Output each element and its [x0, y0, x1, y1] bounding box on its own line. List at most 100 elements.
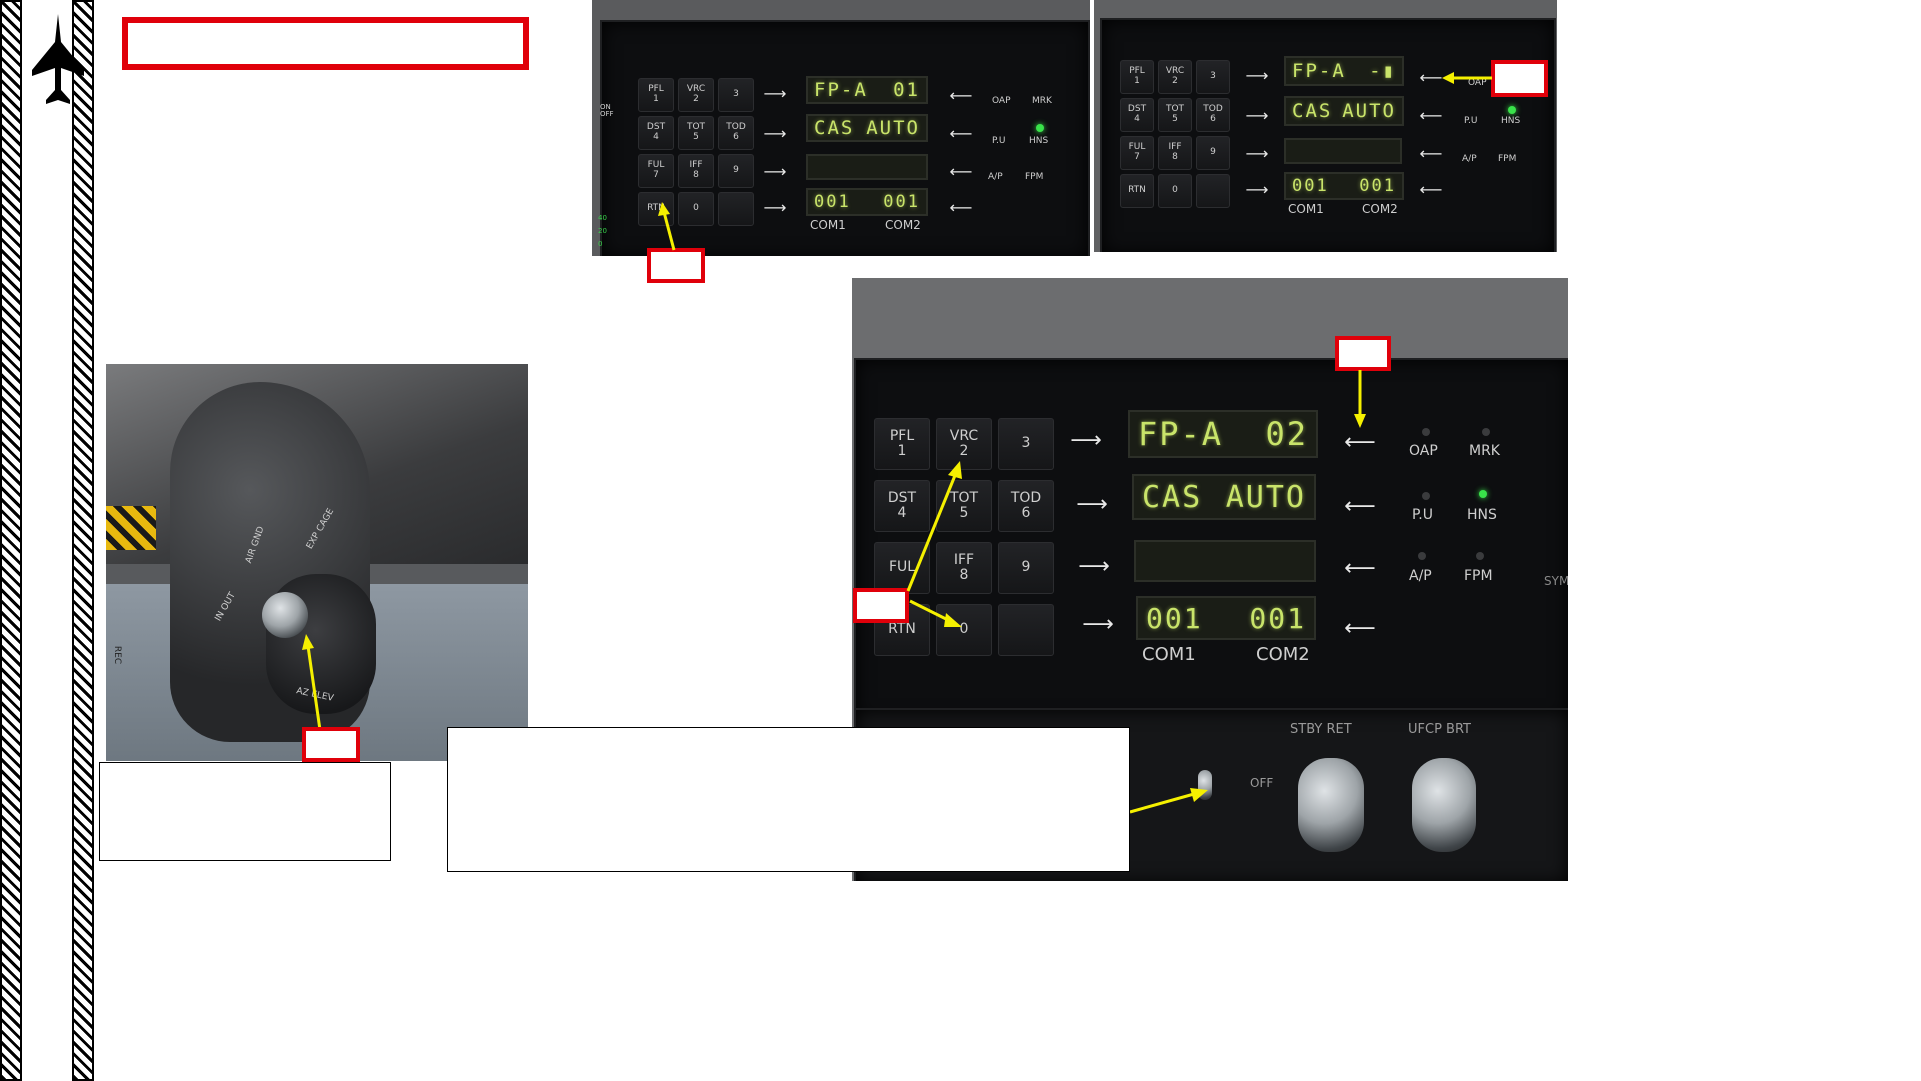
ufcp-key-3[interactable]: 3: [998, 418, 1054, 470]
ufcp-right-arrow-4[interactable]: ⟵: [1340, 616, 1380, 641]
ufcp-key-pfl[interactable]: PFL 1: [1120, 60, 1154, 94]
ufcp-key-dst[interactable]: DST 4: [1120, 98, 1154, 132]
line1-left: FP-A: [814, 79, 868, 101]
line1-right: 02: [1265, 415, 1308, 453]
scale-40: 40: [598, 214, 607, 222]
hns-led: [1479, 490, 1487, 498]
hns-label[interactable]: HNS: [1467, 507, 1497, 523]
key-number: 1: [653, 94, 659, 104]
throttle-label-rec: REC: [112, 645, 123, 665]
key-number: 5: [693, 132, 699, 142]
pu-label[interactable]: P.U: [1464, 116, 1477, 126]
ufcp-key-tot[interactable]: TOT 5: [1158, 98, 1192, 132]
ufcp-brt-knob[interactable]: [1412, 758, 1476, 852]
ufcp-right-arrow-2[interactable]: ⟵: [946, 124, 976, 143]
oap-led: [1422, 428, 1430, 436]
key-label: RTN: [1128, 185, 1146, 196]
key-number: 9: [733, 165, 739, 176]
ufcp-left-arrow-3[interactable]: ⟶: [760, 162, 790, 181]
ufcp-key-iff[interactable]: IFF 8: [678, 154, 714, 188]
ufcp-key-ful[interactable]: FUL 7: [638, 154, 674, 188]
ufcp-right-arrow-4[interactable]: ⟵: [1416, 180, 1446, 199]
ufcp-right-arrow-3[interactable]: ⟵: [1340, 556, 1380, 581]
ufcp-display-line-1: FP-A -▮: [1284, 56, 1404, 86]
ufcp-key-pfl[interactable]: PFL 1: [638, 78, 674, 112]
ufcp-left-arrow-4[interactable]: ⟶: [1242, 180, 1272, 199]
ufcp-display-line-2: CAS AUTO: [1132, 474, 1316, 520]
key-number: 6: [733, 132, 739, 142]
ufcp-left-arrow-4[interactable]: ⟶: [1078, 612, 1118, 637]
ufcp-left-arrow-3[interactable]: ⟶: [1242, 144, 1272, 163]
ufcp-key-blank[interactable]: [1196, 174, 1230, 208]
ufcp-key-iff[interactable]: IFF 8: [1158, 136, 1192, 170]
ufcp-left-arrow-4[interactable]: ⟶: [760, 198, 790, 217]
ufcp-key-dst[interactable]: DST 4: [638, 116, 674, 150]
ufcp-display-line-4: 001 001: [1284, 172, 1404, 200]
ufcp-key-ful[interactable]: FUL 7: [1120, 136, 1154, 170]
right-hatched-border: [72, 0, 94, 1081]
rtn-arrow: [658, 202, 676, 251]
line2-left: CAS: [1142, 479, 1203, 515]
ufcp-right-arrow-1[interactable]: ⟵: [1340, 430, 1380, 455]
ufcp-key-tod[interactable]: TOD 6: [998, 480, 1054, 532]
ufcp-key-blank[interactable]: [718, 192, 754, 226]
ufcp-left-arrow-3[interactable]: ⟶: [1074, 554, 1114, 579]
stby-ret-knob[interactable]: [1298, 758, 1364, 852]
ufcp-key-9[interactable]: 9: [718, 154, 754, 188]
oap-label[interactable]: OAP: [992, 96, 1011, 106]
pu-label[interactable]: P.U: [1412, 507, 1433, 523]
yellow-hazard-stripe: [106, 506, 156, 550]
fpm-label[interactable]: FPM: [1464, 568, 1493, 584]
ufcp-right-arrow-2[interactable]: ⟵: [1340, 494, 1380, 519]
mrk-label[interactable]: MRK: [1469, 443, 1500, 459]
fpm-label[interactable]: FPM: [1025, 172, 1043, 182]
key-number: 0: [1172, 185, 1178, 196]
key-number: 2: [1172, 76, 1178, 86]
upfront-callout-box: [1491, 60, 1548, 97]
ufcp-display-line-3: [806, 154, 928, 180]
ufcp-right-arrow-3[interactable]: ⟵: [1416, 144, 1446, 163]
ufcp-left-arrow-2[interactable]: ⟶: [760, 124, 790, 143]
line1-left: FP-A: [1292, 60, 1346, 82]
ufcp-key-3[interactable]: 3: [1196, 60, 1230, 94]
fpm-label[interactable]: FPM: [1498, 154, 1516, 164]
pu-label[interactable]: P.U: [992, 136, 1005, 146]
ap-label[interactable]: A/P: [1409, 568, 1432, 584]
line2-left: CAS: [1292, 100, 1333, 122]
upfront-callout-box-large: [1335, 336, 1391, 371]
ufcp-key-9[interactable]: 9: [998, 542, 1054, 594]
ufcp-left-arrow-2[interactable]: ⟶: [1072, 492, 1112, 517]
ufcp-key-vrc[interactable]: VRC 2: [1158, 60, 1192, 94]
ap-label[interactable]: A/P: [988, 172, 1003, 182]
sym-label: SYM: [1544, 574, 1568, 588]
ufcp-left-arrow-1[interactable]: ⟶: [1066, 428, 1106, 453]
ufcp-key-vrc[interactable]: VRC 2: [678, 78, 714, 112]
ufcp-key-blank[interactable]: [998, 604, 1054, 656]
ufcp-key-3[interactable]: 3: [718, 78, 754, 112]
ufcp-display-line-2: CAS AUTO: [806, 114, 928, 142]
com1-label: COM1: [1142, 644, 1196, 665]
ufcp-key-tod[interactable]: TOD 6: [718, 116, 754, 150]
ufcp-key-0[interactable]: 0: [1158, 174, 1192, 208]
ufcp-left-arrow-1[interactable]: ⟶: [760, 84, 790, 103]
ufcp-key-9[interactable]: 9: [1196, 136, 1230, 170]
ufcp-right-arrow-2[interactable]: ⟵: [1416, 106, 1446, 125]
ufcp-left-arrow-1[interactable]: ⟶: [1242, 66, 1272, 85]
hns-label[interactable]: HNS: [1029, 136, 1048, 146]
ufcp-right-arrow-4[interactable]: ⟵: [946, 198, 976, 217]
ufcp-left-arrow-2[interactable]: ⟶: [1242, 106, 1272, 125]
ufcp-display-line-4: 001 001: [1136, 596, 1316, 640]
ufcp-key-rtn[interactable]: RTN: [1120, 174, 1154, 208]
ufcp-right-arrow-3[interactable]: ⟵: [946, 162, 976, 181]
ufcp-key-tot[interactable]: TOT 5: [678, 116, 714, 150]
mrk-label[interactable]: MRK: [1032, 96, 1052, 106]
off-label: OFF: [1250, 776, 1274, 790]
hns-label[interactable]: HNS: [1501, 116, 1520, 126]
ufcp-key-tod[interactable]: TOD 6: [1196, 98, 1230, 132]
ufcp-right-arrow-1[interactable]: ⟵: [946, 86, 976, 105]
toggle-arrow: [1129, 788, 1208, 814]
ap-led: [1418, 552, 1426, 560]
line2-right: AUTO: [866, 117, 920, 139]
ap-label[interactable]: A/P: [1462, 154, 1477, 164]
oap-label[interactable]: OAP: [1409, 443, 1438, 459]
